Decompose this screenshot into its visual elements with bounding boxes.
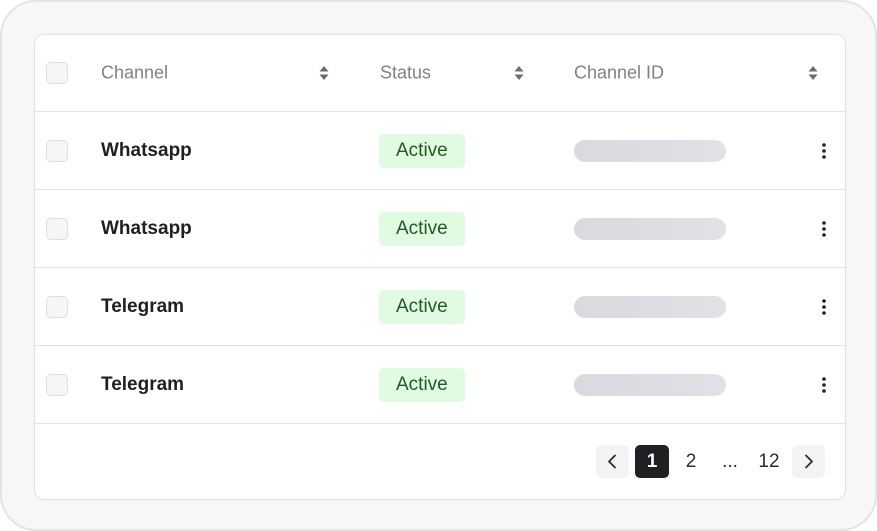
table-row: Whatsapp Active [35, 112, 845, 190]
column-header-channel-id[interactable]: Channel ID [574, 63, 664, 84]
page-button-current[interactable]: 1 [635, 445, 669, 478]
more-vertical-icon[interactable] [815, 220, 833, 238]
channel-name: Telegram [101, 295, 185, 317]
status-badge: Active [379, 211, 465, 246]
next-page-button[interactable] [792, 445, 825, 478]
more-vertical-icon[interactable] [815, 298, 833, 316]
redacted-channel-id [574, 217, 726, 240]
page-button-last[interactable]: 12 [751, 445, 787, 478]
status-badge: Active [379, 133, 465, 168]
row-checkbox[interactable] [46, 295, 68, 318]
more-vertical-icon[interactable] [815, 376, 833, 394]
table-header: Channel Status Channel ID [35, 35, 845, 112]
select-all-checkbox[interactable] [46, 62, 68, 84]
channel-name: Telegram [101, 373, 185, 395]
page-ellipsis: ... [722, 451, 738, 472]
sort-icon[interactable] [514, 65, 524, 81]
outer-frame: Channel Status Channel ID Whatsapp Activ… [0, 0, 877, 531]
redacted-channel-id [574, 373, 726, 396]
pagination: 1 2 ... 12 [35, 424, 845, 499]
channel-name: Whatsapp [101, 217, 192, 239]
more-vertical-icon[interactable] [815, 142, 833, 160]
column-header-channel[interactable]: Channel [101, 63, 168, 84]
redacted-channel-id [574, 295, 726, 318]
status-badge: Active [379, 367, 465, 402]
channels-table: Channel Status Channel ID Whatsapp Activ… [34, 34, 846, 500]
row-checkbox[interactable] [46, 139, 68, 162]
status-badge: Active [379, 289, 465, 324]
table-row: Telegram Active [35, 346, 845, 424]
channel-name: Whatsapp [101, 139, 192, 161]
table-row: Whatsapp Active [35, 190, 845, 268]
prev-page-button[interactable] [596, 445, 629, 478]
column-header-status[interactable]: Status [380, 63, 431, 84]
redacted-channel-id [574, 139, 726, 162]
table-row: Telegram Active [35, 268, 845, 346]
page-button[interactable]: 2 [674, 445, 708, 478]
sort-icon[interactable] [808, 65, 818, 81]
row-checkbox[interactable] [46, 217, 68, 240]
chevron-right-icon [805, 454, 813, 469]
sort-icon[interactable] [319, 65, 329, 81]
row-checkbox[interactable] [46, 373, 68, 396]
chevron-left-icon [608, 454, 616, 469]
